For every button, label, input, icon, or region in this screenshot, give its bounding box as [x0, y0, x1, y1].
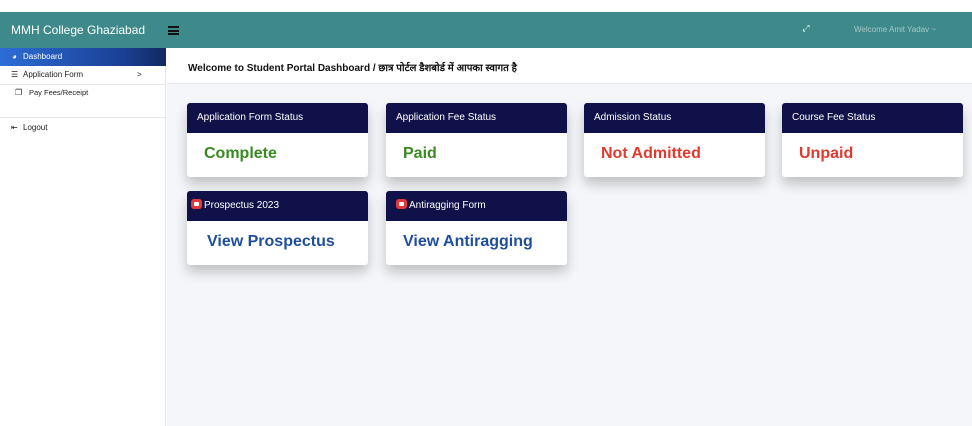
- logout-icon: ⇤: [11, 123, 18, 132]
- sidebar-item-label: Pay Fees/Receipt: [29, 88, 89, 97]
- status-not-admitted: Not Admitted: [601, 145, 701, 162]
- card-header: Application Fee Status: [386, 103, 567, 133]
- card-application-form-status: Application Form Status Complete: [187, 103, 368, 177]
- card-header: Prospectus 2023: [187, 191, 368, 221]
- card-header: Antiragging Form: [386, 191, 567, 221]
- hamburger-icon[interactable]: [168, 26, 179, 35]
- page-header: Welcome to Student Portal Dashboard / छा…: [167, 48, 972, 84]
- card-course-fee-status: Course Fee Status Unpaid: [782, 103, 963, 177]
- main-content: Welcome to Student Portal Dashboard / छा…: [167, 48, 972, 426]
- brand-title[interactable]: MMH College Ghaziabad: [0, 12, 166, 48]
- status-unpaid: Unpaid: [799, 145, 854, 162]
- card-admission-status: Admission Status Not Admitted: [584, 103, 765, 177]
- card-header-label: Antiragging Form: [409, 200, 486, 211]
- status-paid: Paid: [403, 145, 437, 162]
- card-antiragging: Antiragging Form View Antiragging: [386, 191, 567, 265]
- sidebar-item-logout[interactable]: ⇤ Logout: [0, 119, 166, 137]
- sidebar-item-application-form[interactable]: ☰ Application Form >: [0, 66, 166, 84]
- sidebar-item-label: Logout: [23, 123, 48, 132]
- sidebar-divider: [0, 117, 166, 118]
- youtube-icon: [396, 199, 407, 210]
- sidebar: ◕ Dashboard ☰ Application Form > ❐ Pay F…: [0, 48, 166, 426]
- card-application-fee-status: Application Fee Status Paid: [386, 103, 567, 177]
- youtube-icon: [191, 199, 202, 210]
- chevron-right-icon: >: [137, 70, 142, 79]
- sidebar-item-dashboard[interactable]: ◕ Dashboard: [0, 48, 166, 66]
- windows-icon: ❐: [15, 88, 23, 97]
- expand-icon[interactable]: ⤢: [799, 21, 813, 35]
- card-header: Admission Status: [584, 103, 765, 133]
- status-complete: Complete: [204, 145, 277, 162]
- view-antiragging-link[interactable]: View Antiragging: [403, 233, 533, 251]
- card-header: Course Fee Status: [782, 103, 963, 133]
- user-menu[interactable]: Welcome Amit Yadav ~: [854, 12, 936, 48]
- list-icon: ☰: [11, 70, 19, 79]
- card-header: Application Form Status: [187, 103, 368, 133]
- sidebar-item-label: Dashboard: [23, 52, 63, 61]
- sidebar-item-label: Application Form: [23, 70, 84, 79]
- page-title: Welcome to Student Portal Dashboard / छा…: [188, 63, 517, 74]
- view-prospectus-link[interactable]: View Prospectus: [207, 233, 335, 251]
- card-header-label: Prospectus 2023: [204, 200, 280, 211]
- sidebar-item-pay-fees[interactable]: ❐ Pay Fees/Receipt: [0, 84, 166, 102]
- card-prospectus: Prospectus 2023 View Prospectus: [187, 191, 368, 265]
- dashboard-icon: ◕: [12, 52, 17, 61]
- top-navbar: MMH College Ghaziabad ⤢ Welcome Amit Yad…: [0, 12, 972, 48]
